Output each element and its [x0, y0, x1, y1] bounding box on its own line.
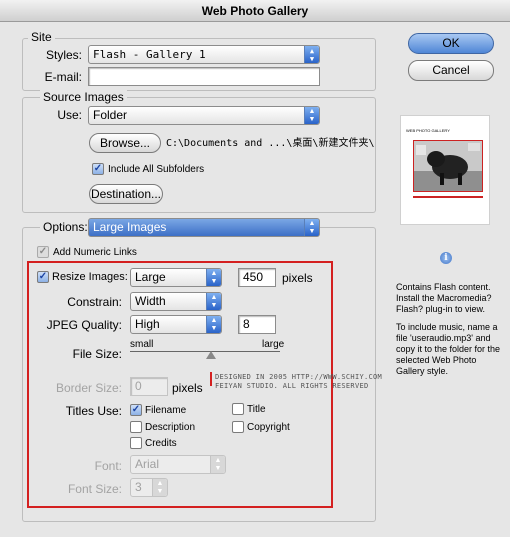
border-size-label: Border Size: — [55, 381, 122, 395]
file-size-small-label: small — [130, 339, 154, 350]
resize-size-value: Large — [135, 270, 166, 284]
description-checkbox[interactable] — [130, 421, 142, 433]
watermark-bar — [210, 372, 212, 386]
file-size-label: File Size: — [72, 347, 122, 361]
copyright-checkbox[interactable] — [232, 421, 244, 433]
border-size-field[interactable]: 0 — [130, 377, 168, 396]
include-subfolders-label: Include All Subfolders — [108, 164, 205, 175]
window-title: Web Photo Gallery — [201, 4, 309, 18]
email-field[interactable] — [88, 67, 320, 86]
description-label: Description — [145, 422, 196, 433]
info-icon: i — [440, 252, 452, 264]
jpeg-quality-value: High — [135, 317, 160, 331]
resize-images-checkbox[interactable]: ✓ — [37, 271, 49, 283]
title-checkbox[interactable] — [232, 403, 244, 415]
use-value: Folder — [93, 108, 128, 122]
options-select[interactable]: Large Images ▲ ▼ — [88, 218, 320, 237]
info-text: Contains Flash content. Install the Macr… — [396, 282, 506, 377]
border-pixels-label: pixels — [172, 381, 203, 395]
font-select[interactable]: Arial ▲ ▼ — [130, 455, 226, 474]
constrain-value: Width — [135, 294, 166, 308]
constrain-select[interactable]: Width ▲ ▼ — [130, 292, 222, 311]
file-size-large-label: large — [262, 339, 285, 350]
styles-value: Flash - Gallery 1 — [93, 48, 206, 61]
jpeg-quality-label: JPEG Quality: — [46, 318, 122, 332]
watermark-line-1: DESIGNED IN 2005 HTTP://WWW.SCHIY.COM — [215, 373, 383, 381]
jpeg-quality-field[interactable]: 8 — [238, 315, 276, 334]
filename-checkbox[interactable]: ✓ — [130, 404, 142, 416]
styles-label: Styles: — [45, 48, 82, 62]
destination-button[interactable]: Destination... — [89, 184, 163, 204]
file-size-slider-track[interactable] — [130, 351, 280, 352]
font-size-label: Font Size: — [67, 482, 122, 496]
cancel-button[interactable]: Cancel — [408, 60, 494, 81]
copyright-label: Copyright — [247, 422, 290, 433]
dropdown-arrows-icon: ▲ ▼ — [206, 269, 221, 286]
preview-thumb-title: WEB PHOTO GALLERY — [406, 128, 450, 133]
styles-select[interactable]: Flash - Gallery 1 ▲ ▼ — [88, 45, 320, 64]
credits-checkbox[interactable] — [130, 437, 142, 449]
source-path: C:\Documents and ...\桌面\新建文件夹\ — [166, 138, 375, 149]
dropdown-arrows-icon: ▲ ▼ — [152, 479, 167, 496]
style-preview: WEB PHOTO GALLERY — [400, 115, 490, 225]
dropdown-arrows-icon: ▲ ▼ — [206, 293, 221, 310]
preview-divider — [413, 196, 483, 198]
add-numeric-links-label: Add Numeric Links — [53, 247, 137, 258]
font-label: Font: — [94, 459, 122, 473]
credits-label: Credits — [145, 438, 177, 449]
use-select[interactable]: Folder ▲ ▼ — [88, 106, 320, 125]
info-text-flash: Contains Flash content. Install the Macr… — [396, 282, 492, 314]
watermark: DESIGNED IN 2005 HTTP://WWW.SCHIY.COM FEI… — [215, 373, 382, 391]
resize-images-label: Resize Images: — [52, 271, 128, 283]
dropdown-arrows-icon: ▲ ▼ — [210, 456, 225, 473]
resize-size-select[interactable]: Large ▲ ▼ — [130, 268, 222, 287]
use-label: Use: — [57, 108, 82, 122]
font-size-value: 3 — [135, 480, 142, 494]
watermark-line-2: FEIYAN STUDIO. ALL RIGHTS RESERVED — [215, 382, 369, 390]
dog-photo-icon — [414, 141, 482, 191]
info-text-music: To include music, name a file 'useraudio… — [396, 322, 501, 376]
include-subfolders-checkbox[interactable]: ✓ — [92, 163, 104, 175]
preview-frame — [413, 140, 483, 192]
dropdown-arrows-icon: ▲ ▼ — [304, 46, 319, 63]
browse-button[interactable]: Browse... — [89, 133, 161, 153]
filename-label: Filename — [145, 405, 187, 416]
font-size-select[interactable]: 3 ▲ ▼ — [130, 478, 168, 497]
dropdown-arrows-icon: ▲ ▼ — [206, 316, 221, 333]
dropdown-arrows-icon: ▲ ▼ — [304, 219, 319, 236]
jpeg-quality-select[interactable]: High ▲ ▼ — [130, 315, 222, 334]
ok-button[interactable]: OK — [408, 33, 494, 54]
constrain-label: Constrain: — [67, 295, 122, 309]
source-images-label: Source Images — [40, 90, 127, 104]
email-label: E-mail: — [44, 70, 82, 84]
title-label: Title — [247, 404, 266, 415]
pixels-label: pixels — [282, 271, 313, 285]
options-label: Options: — [40, 220, 91, 234]
file-size-slider-thumb[interactable] — [206, 351, 216, 359]
options-value: Large Images — [93, 220, 167, 234]
titles-use-label: Titles Use: — [65, 404, 122, 418]
site-group-label: Site — [28, 30, 55, 44]
dropdown-arrows-icon: ▲ ▼ — [304, 107, 319, 124]
font-value: Arial — [135, 457, 160, 471]
resize-pixels-field[interactable]: 450 — [238, 268, 276, 287]
add-numeric-links-checkbox[interactable]: ✓ — [37, 246, 49, 258]
